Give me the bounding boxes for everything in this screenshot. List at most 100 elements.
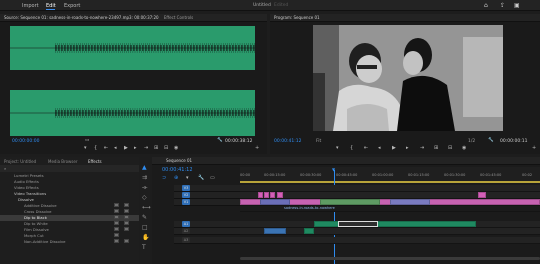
track-select-icon[interactable]: ⇉ — [142, 174, 147, 181]
timeline-tab[interactable]: Sequence 01 — [166, 158, 192, 163]
slip-tool-icon[interactable]: ⟷ — [142, 204, 151, 211]
timeline-horizontal-scrollbar[interactable] — [240, 257, 540, 260]
program-tab[interactable]: Program: Sequence 01 — [274, 15, 320, 20]
menu-import[interactable]: Import — [22, 3, 39, 9]
prog-mark-out-icon[interactable]: { — [350, 145, 353, 151]
overwrite-icon[interactable]: ⊟ — [164, 145, 168, 151]
effects-item-dip-to-black[interactable]: Dip to Black — [24, 215, 47, 220]
effects-search-bar[interactable]: ⌕ — [0, 165, 139, 172]
track-v3[interactable] — [240, 185, 540, 192]
audio-clip[interactable] — [264, 228, 286, 234]
razor-tool-icon[interactable]: ◇ — [142, 194, 147, 201]
lift-icon[interactable]: ⊞ — [434, 145, 438, 151]
program-timecode[interactable]: 00:00:41:12 — [274, 139, 301, 144]
step-back-icon[interactable]: ⇤ — [104, 145, 108, 151]
captions-icon[interactable]: ▭ — [210, 175, 215, 181]
camera-icon[interactable]: ◉ — [462, 145, 466, 151]
share-icon[interactable]: ⇪ — [500, 2, 505, 9]
add-marker-icon[interactable]: ▾ — [186, 175, 189, 181]
track-a1[interactable] — [240, 221, 540, 228]
prog-step-back-icon[interactable]: ⇤ — [364, 145, 368, 151]
next-frame-icon[interactable]: ▸ — [134, 145, 137, 151]
text-tool-icon[interactable]: T — [142, 244, 146, 251]
video-clip[interactable] — [264, 192, 269, 198]
snap-icon[interactable]: ⊃ — [162, 175, 166, 181]
hand-tool-icon[interactable]: ✋ — [142, 234, 149, 241]
track-a2[interactable] — [240, 228, 540, 235]
prog-next-frame-icon[interactable]: ▸ — [406, 145, 409, 151]
rectangle-tool-icon[interactable]: □ — [142, 224, 148, 231]
timeline-timecode[interactable]: 00:00:41:12 — [162, 167, 193, 173]
play-icon[interactable]: ▶ — [124, 145, 128, 151]
track-label-a1[interactable]: A1 — [182, 221, 190, 227]
tab-media-browser[interactable]: Media Browser — [48, 159, 78, 164]
effects-item-non-additive-dissolve[interactable]: Non-Additive Dissolve — [24, 239, 66, 244]
video-clip[interactable] — [320, 199, 380, 205]
waveform-left-channel[interactable] — [10, 26, 255, 70]
prog-prev-frame-icon[interactable]: ◂ — [378, 145, 381, 151]
export-frame-icon[interactable]: ◉ — [174, 145, 178, 151]
source-timecode-in[interactable]: 00:00:00:00 — [12, 139, 39, 144]
track-label-v1[interactable]: V1 — [182, 199, 190, 205]
tab-project[interactable]: Project: Untitled — [4, 159, 36, 164]
track-label-v2[interactable]: V2 — [182, 192, 190, 198]
playhead-handle[interactable]: ▼ — [332, 167, 335, 172]
program-fit-select[interactable]: Fit — [316, 139, 321, 144]
effects-item-video-transitions[interactable]: Video Transitions — [14, 191, 46, 196]
effects-item-additive-dissolve[interactable]: Additive Dissolve — [24, 203, 57, 208]
video-clip[interactable] — [390, 199, 430, 205]
extract-icon[interactable]: ⊟ — [448, 145, 452, 151]
track-v2[interactable] — [240, 192, 540, 199]
mark-in-icon[interactable]: ▾ — [84, 145, 87, 151]
track-label-v3[interactable]: V3 — [182, 185, 190, 191]
effects-item-dissolve[interactable]: Dissolve — [18, 197, 34, 202]
audio-clip[interactable] — [304, 228, 314, 234]
video-clip[interactable] — [277, 192, 283, 198]
clip-name: sadness-in-roads-to-nowhere — [284, 206, 335, 210]
home-icon[interactable]: ⌂ — [484, 2, 488, 9]
video-clip[interactable] — [270, 192, 275, 198]
program-video-frame[interactable] — [313, 25, 503, 131]
program-wrench-icon[interactable]: 🔧 — [488, 138, 494, 143]
effects-item-film-dissolve[interactable]: Film Dissolve — [24, 227, 49, 232]
track-v1[interactable] — [240, 199, 540, 206]
prev-frame-icon[interactable]: ◂ — [114, 145, 117, 151]
settings-icon[interactable]: 🔧 — [198, 175, 204, 181]
fullscreen-icon[interactable]: ▣ — [514, 2, 520, 9]
effect-controls-tab[interactable]: Effect Controls — [164, 15, 193, 20]
prog-play-icon[interactable]: ▶ — [392, 145, 396, 151]
waveform-right-channel[interactable] — [10, 90, 255, 136]
effects-item-cross-dissolve[interactable]: Cross Dissolve — [24, 209, 52, 214]
selection-tool-icon[interactable]: ▲ — [142, 164, 147, 171]
effects-item-dip-to-white[interactable]: Dip to White — [24, 221, 48, 226]
track-a3[interactable] — [240, 237, 540, 244]
insert-icon[interactable]: ⊞ — [154, 145, 158, 151]
source-zoom-select[interactable]: ▭ — [85, 138, 89, 143]
timeline-ruler[interactable]: 00:00 00:00:15:00 00:00:30:00 00:00:45:0… — [240, 167, 540, 183]
work-area-bar[interactable] — [240, 181, 540, 183]
step-forward-icon[interactable]: ⇥ — [144, 145, 148, 151]
tab-effects[interactable]: Effects — [88, 159, 102, 164]
track-label-a3[interactable]: A3 — [182, 237, 190, 243]
pen-tool-icon[interactable]: ✎ — [142, 214, 147, 221]
effects-item-lumetri-presets[interactable]: Lumetri Presets — [14, 173, 44, 178]
effects-item-morph-cut[interactable]: Morph Cut — [24, 233, 44, 238]
prog-add-button-icon[interactable]: + — [532, 145, 536, 151]
audio-clip-selected[interactable] — [338, 221, 378, 227]
video-clip[interactable] — [260, 199, 290, 205]
mark-out-icon[interactable]: { — [94, 145, 97, 151]
track-label-a2[interactable]: A2 — [182, 228, 190, 234]
linked-selection-icon[interactable]: ⊕ — [174, 175, 178, 181]
menu-export[interactable]: Export — [64, 3, 80, 9]
wrench-icon[interactable]: 🔧 — [217, 138, 223, 143]
add-button-icon[interactable]: + — [255, 145, 259, 151]
effects-item-audio-effects[interactable]: Audio Effects — [14, 179, 39, 184]
effects-item-video-effects[interactable]: Video Effects — [14, 185, 39, 190]
video-clip[interactable] — [478, 192, 486, 198]
program-scale-select[interactable]: 1/2 — [468, 139, 475, 144]
video-clip[interactable] — [258, 192, 263, 198]
source-tab[interactable]: Source: Sequence 01: sadness-in-roads-to… — [4, 15, 159, 20]
ripple-edit-icon[interactable]: ⟛ — [142, 184, 147, 192]
prog-step-forward-icon[interactable]: ⇥ — [420, 145, 424, 151]
prog-mark-in-icon[interactable]: ▾ — [336, 145, 339, 151]
